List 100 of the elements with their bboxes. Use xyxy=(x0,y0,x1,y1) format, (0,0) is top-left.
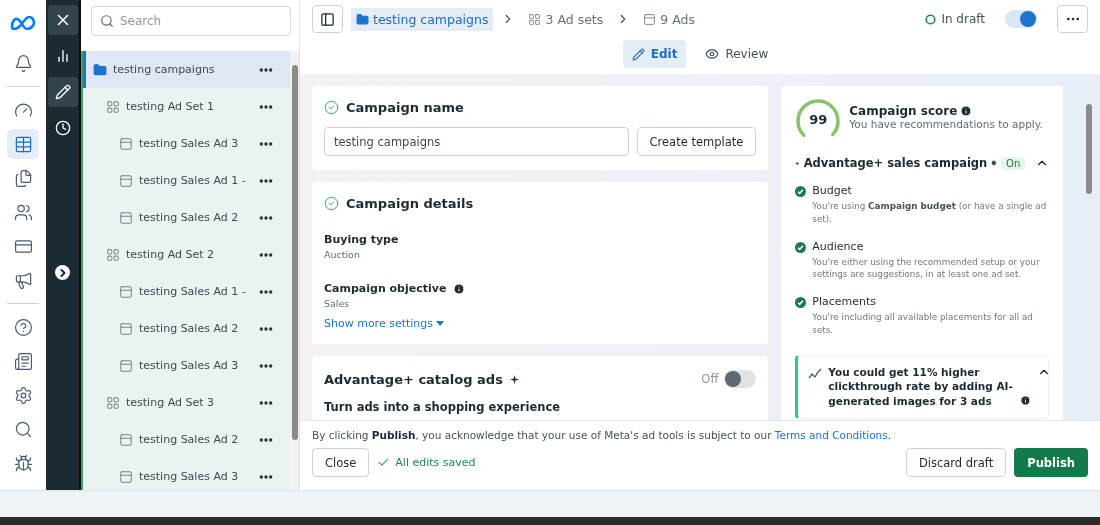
people-icon xyxy=(13,202,33,222)
megaphone-icon xyxy=(13,270,33,290)
sparkle-icon xyxy=(509,374,519,384)
info-icon[interactable] xyxy=(453,282,466,295)
folder-icon xyxy=(356,12,369,26)
window-icon xyxy=(119,136,133,151)
tree-item[interactable]: testing Sales Ad 3 xyxy=(83,125,290,162)
window-icon xyxy=(119,469,133,484)
score-value: 99 xyxy=(808,112,829,127)
breadcrumb-item[interactable]: 3 Ad sets xyxy=(523,7,609,31)
documents-icon xyxy=(13,168,33,188)
window-icon xyxy=(119,321,133,336)
tree-item[interactable]: testing Sales Ad 2 xyxy=(83,199,290,236)
bell-icon xyxy=(13,53,33,73)
field-value: Sales xyxy=(324,298,351,309)
window-icon xyxy=(119,284,133,299)
search-icon xyxy=(100,14,114,28)
grid-icon xyxy=(106,99,120,114)
window-icon xyxy=(643,12,657,26)
help-icon xyxy=(13,317,33,337)
tree-item[interactable]: testing Sales Ad 2 xyxy=(83,421,290,458)
check-description: You're either using the recommended setup or your settings are suggestions, in at least one ad set. xyxy=(812,255,1041,281)
settings-icon xyxy=(13,385,33,405)
tree-item[interactable]: testing Sales Ad 3 xyxy=(83,458,290,490)
pencil-button[interactable] xyxy=(47,77,78,107)
window-icon xyxy=(119,173,133,188)
tree-item[interactable]: testing Sales Ad 1 - xyxy=(83,162,290,199)
newspaper-icon xyxy=(13,351,33,371)
info-icon[interactable] xyxy=(1020,394,1032,406)
tree-item[interactable]: testing Sales Ad 1 - xyxy=(83,273,290,310)
campaign-name-field[interactable]: testing campaigns xyxy=(324,127,629,156)
sidebar-icon xyxy=(320,11,335,27)
check-description: You're using Campaign budget (or have a single ad set). xyxy=(812,200,1048,226)
tree-item[interactable]: testing Ad Set 1 xyxy=(83,88,290,125)
grid-icon xyxy=(106,247,120,262)
discard-draft-button[interactable]: Discard draft xyxy=(905,448,1007,477)
tree-item[interactable]: testing campaigns xyxy=(83,51,290,88)
check-circle-icon xyxy=(324,100,339,115)
status-circle-icon xyxy=(925,13,937,25)
section-title: Advantage+ sales campaign xyxy=(803,156,988,170)
tree-item[interactable]: testing Ad Set 3 xyxy=(83,384,290,421)
pencil-icon xyxy=(631,47,645,61)
scrollbar-thumb[interactable] xyxy=(291,65,298,440)
grid-icon xyxy=(106,395,120,410)
mode-tab[interactable]: Edit xyxy=(622,40,687,68)
status-toggle[interactable] xyxy=(1005,10,1037,28)
field-value: Auction xyxy=(324,249,361,260)
mode-tab[interactable]: Review xyxy=(696,40,778,68)
catalog-switch[interactable] xyxy=(724,370,757,388)
check-icon xyxy=(795,186,807,197)
publish-notice: By clicking Publish, you acknowledge that your use of Meta's ad tools is subject to our Terms and Conditions. xyxy=(312,429,893,441)
expand-icon[interactable] xyxy=(55,265,70,280)
status-badge: On xyxy=(1001,156,1026,170)
window-icon xyxy=(119,358,133,373)
trend-icon xyxy=(808,367,823,380)
caret-icon xyxy=(436,320,445,327)
status-label: In draft xyxy=(941,12,985,26)
window-icon xyxy=(119,210,133,225)
check-description: You're including all available placements for all ad sets. xyxy=(812,311,1034,337)
saved-status: All edits saved xyxy=(395,456,476,469)
search-field[interactable]: Search xyxy=(91,6,291,36)
score-subtitle: You have recommendations to apply. xyxy=(849,118,1043,130)
check-icon xyxy=(377,456,391,469)
recommendation-text: You could get 11% higher clickthrough rate by adding AI-generated images for 3 ads xyxy=(828,364,1014,409)
logo-icon[interactable] xyxy=(10,16,36,30)
search-icon xyxy=(13,419,33,439)
score-title: Campaign score xyxy=(849,104,958,118)
scrollbar-thumb[interactable] xyxy=(1086,104,1093,194)
check-title: Placements xyxy=(812,295,878,308)
bug-icon xyxy=(13,453,33,473)
field-label: Campaign objective xyxy=(324,282,447,295)
breadcrumb-item[interactable]: testing campaigns xyxy=(351,7,494,31)
sidebar-toggle-button[interactable] xyxy=(312,5,343,33)
clock-icon xyxy=(54,120,71,136)
create-template-button[interactable]: Create template xyxy=(636,127,757,156)
tree-item[interactable]: testing Sales Ad 2 xyxy=(83,310,290,347)
show-more-link[interactable]: Show more settings xyxy=(324,317,445,330)
table-button[interactable] xyxy=(7,129,39,159)
check-circle-icon xyxy=(324,196,339,211)
publish-button[interactable]: Publish xyxy=(1014,448,1088,477)
grid-icon xyxy=(528,12,542,26)
check-title: Budget xyxy=(812,184,853,197)
eye-icon xyxy=(705,47,720,61)
card-subtitle: Turn ads into a shopping experience xyxy=(324,400,561,414)
close-button[interactable]: Close xyxy=(312,448,370,477)
breadcrumb-item[interactable]: 9 Ads xyxy=(638,7,700,31)
terms-link[interactable]: Terms and Conditions xyxy=(774,429,888,441)
tree-item[interactable]: testing Ad Set 2 xyxy=(83,236,290,273)
check-icon xyxy=(795,241,807,253)
info-icon[interactable] xyxy=(991,157,998,169)
card-title: Campaign details xyxy=(346,196,474,211)
window-icon xyxy=(119,432,133,447)
field-label: Buying type xyxy=(324,233,399,246)
folder-icon xyxy=(93,62,107,77)
tree-item[interactable]: testing Sales Ad 3 xyxy=(83,347,290,384)
card-title: Campaign name xyxy=(346,100,464,115)
card-title: Advantage+ catalog ads xyxy=(324,371,503,387)
close-button[interactable] xyxy=(47,5,78,35)
info-icon[interactable] xyxy=(960,105,973,117)
switch-label: Off xyxy=(701,372,719,386)
